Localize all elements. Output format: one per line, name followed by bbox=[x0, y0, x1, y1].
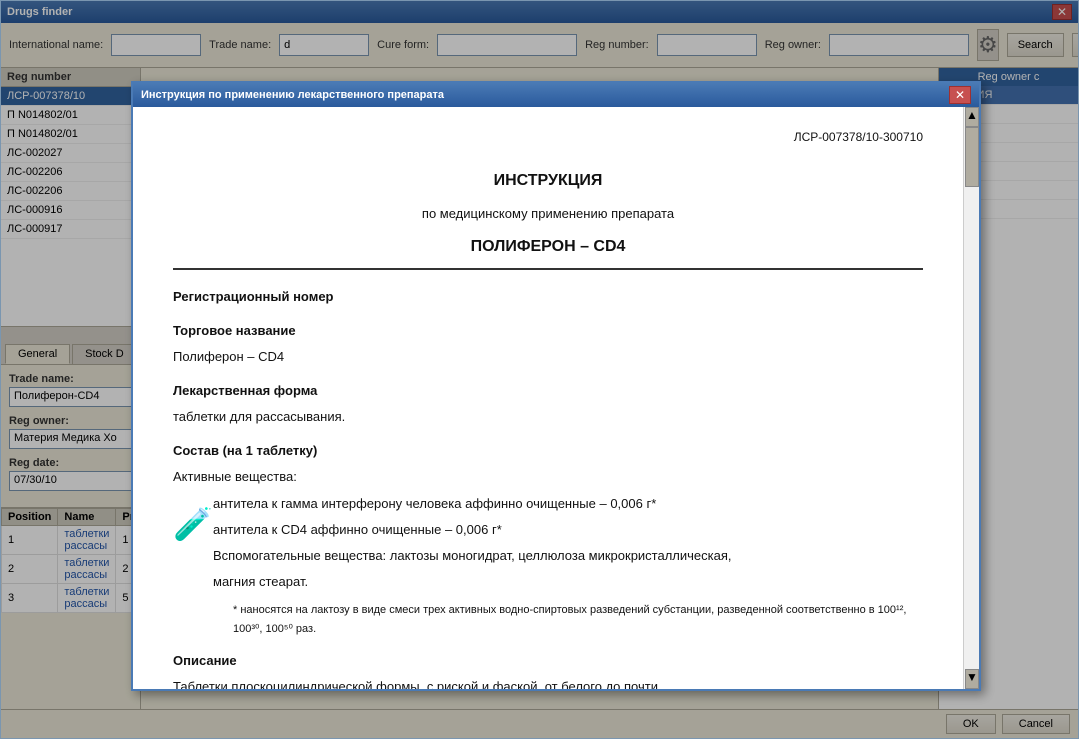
footnote: * наносятся на лактозу в виде смеси трех… bbox=[233, 601, 923, 638]
modal-window: Инструкция по применению лекарственного … bbox=[131, 81, 981, 691]
active-subst-label: Активные вещества: bbox=[173, 466, 923, 488]
modal-overlay: Инструкция по применению лекарственного … bbox=[1, 1, 1078, 738]
active-subst-content: антитела к гамма интерферону человека аф… bbox=[213, 493, 923, 639]
scrollbar-thumb-up[interactable]: ▲ bbox=[965, 107, 979, 127]
doc-heading: ИНСТРУКЦИЯ bbox=[173, 167, 923, 194]
doc-reg-number: ЛСР-007378/10-300710 bbox=[173, 127, 923, 147]
section-form: Лекарственная форма bbox=[173, 380, 923, 402]
scrollbar-thumb-down[interactable]: ▼ bbox=[965, 669, 979, 689]
modal-title-bar: Инструкция по применению лекарственного … bbox=[133, 83, 979, 107]
modal-title: Инструкция по применению лекарственного … bbox=[141, 89, 444, 101]
active-subst-2: антитела к CD4 аффинно очищенные – 0,006… bbox=[213, 519, 923, 541]
modal-content: ЛСР-007378/10-300710 ИНСТРУКЦИЯ по медиц… bbox=[133, 107, 963, 689]
modal-scrollbar[interactable]: ▲ ▼ bbox=[963, 107, 979, 689]
scrollbar-thumb[interactable] bbox=[965, 127, 979, 187]
modal-close-button[interactable]: ✕ bbox=[949, 86, 971, 104]
section-reg-num: Регистрационный номер bbox=[173, 286, 923, 308]
excipients-label: Вспомогательные вещества: лактозы моноги… bbox=[213, 545, 923, 567]
figure-icon: 🧪 bbox=[173, 497, 213, 551]
section-description: Описание bbox=[173, 650, 923, 672]
trade-name-val: Полиферон – CD4 bbox=[173, 346, 923, 368]
figure-placeholder: 🧪 bbox=[173, 493, 213, 551]
main-window: Drugs finder ✕ International name: Trade… bbox=[0, 0, 1079, 739]
excipients-cont: магния стеарат. bbox=[213, 571, 923, 593]
active-subst-block: 🧪 антитела к гамма интерферону человека … bbox=[173, 493, 923, 639]
form-val: таблетки для рассасывания. bbox=[173, 406, 923, 428]
section-trade-name: Торговое название bbox=[173, 320, 923, 342]
doc-drug-name: ПОЛИФЕРОН – CD4 bbox=[173, 233, 923, 270]
description-text: Таблетки плоскоцилиндрической формы, с р… bbox=[173, 676, 923, 689]
active-subst-1: антитела к гамма интерферону человека аф… bbox=[213, 493, 923, 515]
section-composition: Состав (на 1 таблетку) bbox=[173, 440, 923, 462]
doc-subheading: по медицинскому применению препарата bbox=[173, 203, 923, 225]
